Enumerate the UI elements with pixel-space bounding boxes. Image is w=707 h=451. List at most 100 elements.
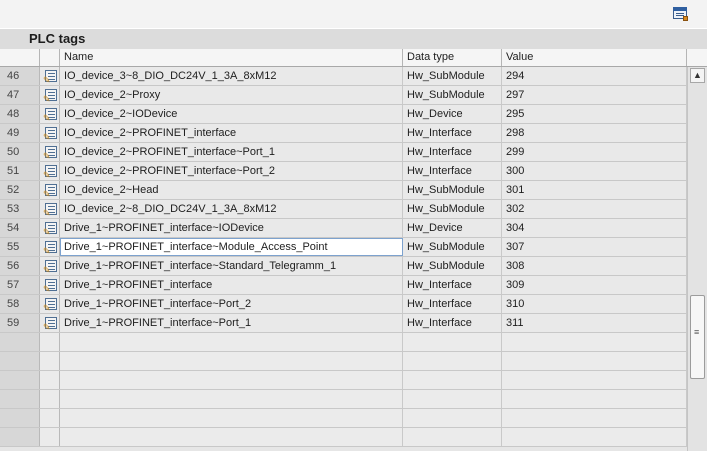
table-row[interactable]: 47 ✎ IO_device_2~Proxy Hw_SubModule 297 [0, 86, 687, 105]
tag-data-type-cell[interactable] [403, 409, 502, 427]
table-row[interactable]: 57 ✎ Drive_1~PROFINET_interface Hw_Interfac… [0, 276, 687, 295]
plc-tag-icon: ✎ [40, 257, 60, 275]
scrollbar-thumb[interactable]: ≡ [690, 295, 705, 379]
tag-data-type-cell[interactable]: Hw_Interface [403, 276, 502, 294]
tag-value-cell[interactable]: 294 [502, 67, 687, 85]
empty-row[interactable] [0, 333, 687, 352]
tag-name-cell[interactable]: IO_device_3~8_DIO_DC24V_1_3A_8xM12 [60, 67, 403, 85]
tag-data-type-cell[interactable]: Hw_SubModule [403, 86, 502, 104]
tag-name-cell[interactable] [60, 390, 403, 408]
table-row[interactable]: 51 ✎ IO_device_2~PROFINET_interface~Port_2… [0, 162, 687, 181]
tag-data-type-cell[interactable]: Hw_Interface [403, 124, 502, 142]
tag-value-cell[interactable]: 307 [502, 238, 687, 256]
header-name[interactable]: Name [60, 49, 403, 66]
tag-name-cell[interactable]: Drive_1~PROFINET_interface~Standard_Tele… [60, 257, 403, 275]
empty-row[interactable] [0, 390, 687, 409]
tag-name-cell[interactable]: IO_device_2~PROFINET_interface~Port_2 [60, 162, 403, 180]
tag-value-cell[interactable]: 308 [502, 257, 687, 275]
row-icon-cell [40, 428, 60, 446]
tag-name-cell[interactable] [60, 409, 403, 427]
vertical-scrollbar[interactable]: ▲ ≡ [687, 67, 707, 451]
empty-row[interactable] [0, 428, 687, 447]
table-row[interactable]: 55 ✎ Drive_1~PROFINET_interface~Module_Acc… [0, 238, 687, 257]
row-icon-cell [40, 409, 60, 427]
table-row[interactable]: 46 ✎ IO_device_3~8_DIO_DC24V_1_3A_8xM12 Hw_… [0, 67, 687, 86]
tag-name-cell[interactable] [60, 352, 403, 370]
panel-title: PLC tags [29, 31, 86, 46]
table-row[interactable]: 59 ✎ Drive_1~PROFINET_interface~Port_1 Hw_I… [0, 314, 687, 333]
tag-data-type-cell[interactable] [403, 352, 502, 370]
tag-name-cell[interactable]: IO_device_2~Head [60, 181, 403, 199]
table-row[interactable]: 52 ✎ IO_device_2~Head Hw_SubModule 301 [0, 181, 687, 200]
tag-data-type-cell[interactable]: Hw_Interface [403, 143, 502, 161]
tag-data-type-cell[interactable]: Hw_SubModule [403, 238, 502, 256]
tag-table: Name Data type Value 46 ✎ IO_device_3~8_DI… [0, 49, 707, 451]
tag-value-cell[interactable] [502, 428, 687, 446]
tag-value-cell[interactable] [502, 409, 687, 427]
tag-value-cell[interactable]: 302 [502, 200, 687, 218]
empty-row[interactable] [0, 371, 687, 390]
tag-name-cell[interactable] [60, 371, 403, 389]
tag-value-cell[interactable] [502, 333, 687, 351]
header-data-type[interactable]: Data type [403, 49, 502, 66]
tag-value-cell[interactable]: 310 [502, 295, 687, 313]
tag-data-type-cell[interactable] [403, 333, 502, 351]
window-options-icon[interactable] [671, 5, 689, 22]
tag-name-cell[interactable] [60, 428, 403, 446]
table-row[interactable]: 58 ✎ Drive_1~PROFINET_interface~Port_2 Hw_I… [0, 295, 687, 314]
row-number: 56 [0, 257, 40, 275]
header-value[interactable]: Value [502, 49, 687, 66]
tag-value-cell[interactable]: 299 [502, 143, 687, 161]
table-row[interactable]: 48 ✎ IO_device_2~IODevice Hw_Device 295 [0, 105, 687, 124]
row-number [0, 409, 40, 427]
tag-value-cell[interactable]: 311 [502, 314, 687, 332]
empty-row[interactable] [0, 409, 687, 428]
tag-name-cell[interactable] [60, 333, 403, 351]
table-row[interactable]: 49 ✎ IO_device_2~PROFINET_interface Hw_Inte… [0, 124, 687, 143]
tag-name-cell[interactable]: IO_device_2~Proxy [60, 86, 403, 104]
tag-data-type-cell[interactable] [403, 390, 502, 408]
tag-name-cell[interactable]: Drive_1~PROFINET_interface~Port_2 [60, 295, 403, 313]
tag-data-type-cell[interactable]: Hw_Device [403, 219, 502, 237]
tag-data-type-cell[interactable]: Hw_Interface [403, 314, 502, 332]
plc-tag-icon: ✎ [40, 162, 60, 180]
tag-value-cell[interactable]: 295 [502, 105, 687, 123]
tag-name-cell[interactable]: IO_device_2~PROFINET_interface [60, 124, 403, 142]
row-number: 49 [0, 124, 40, 142]
tag-name-cell[interactable]: IO_device_2~PROFINET_interface~Port_1 [60, 143, 403, 161]
tag-data-type-cell[interactable] [403, 371, 502, 389]
tag-name-cell[interactable]: Drive_1~PROFINET_interface [60, 276, 403, 294]
tag-value-cell[interactable]: 301 [502, 181, 687, 199]
tag-data-type-cell[interactable]: Hw_SubModule [403, 257, 502, 275]
tag-name-cell[interactable]: IO_device_2~IODevice [60, 105, 403, 123]
tag-data-type-cell[interactable]: Hw_SubModule [403, 67, 502, 85]
plc-tag-icon: ✎ [40, 295, 60, 313]
chevron-up-icon[interactable]: ▲ [690, 68, 705, 83]
tag-value-cell[interactable] [502, 371, 687, 389]
tag-value-cell[interactable]: 297 [502, 86, 687, 104]
tag-data-type-cell[interactable]: Hw_SubModule [403, 181, 502, 199]
table-row[interactable]: 54 ✎ Drive_1~PROFINET_interface~IODevice Hw… [0, 219, 687, 238]
tag-value-cell[interactable]: 300 [502, 162, 687, 180]
empty-row[interactable] [0, 352, 687, 371]
tag-data-type-cell[interactable]: Hw_Interface [403, 295, 502, 313]
table-row[interactable]: 53 ✎ IO_device_2~8_DIO_DC24V_1_3A_8xM12 Hw_… [0, 200, 687, 219]
tag-value-cell[interactable] [502, 390, 687, 408]
tag-value-cell[interactable]: 298 [502, 124, 687, 142]
tag-name-cell[interactable]: IO_device_2~8_DIO_DC24V_1_3A_8xM12 [60, 200, 403, 218]
plc-tag-icon: ✎ [40, 67, 60, 85]
tag-data-type-cell[interactable]: Hw_Device [403, 105, 502, 123]
tag-value-cell[interactable]: 309 [502, 276, 687, 294]
tag-name-cell[interactable]: Drive_1~PROFINET_interface~IODevice [60, 219, 403, 237]
tag-data-type-cell[interactable]: Hw_Interface [403, 162, 502, 180]
tag-name-cell[interactable]: Drive_1~PROFINET_interface~Module_Access… [60, 238, 403, 256]
plc-tag-icon: ✎ [40, 314, 60, 332]
table-row[interactable]: 56 ✎ Drive_1~PROFINET_interface~Standard_T… [0, 257, 687, 276]
tag-data-type-cell[interactable]: Hw_SubModule [403, 200, 502, 218]
tag-value-cell[interactable]: 304 [502, 219, 687, 237]
tag-name-cell[interactable]: Drive_1~PROFINET_interface~Port_1 [60, 314, 403, 332]
tag-value-cell[interactable] [502, 352, 687, 370]
row-number [0, 352, 40, 370]
table-row[interactable]: 50 ✎ IO_device_2~PROFINET_interface~Port_1… [0, 143, 687, 162]
tag-data-type-cell[interactable] [403, 428, 502, 446]
